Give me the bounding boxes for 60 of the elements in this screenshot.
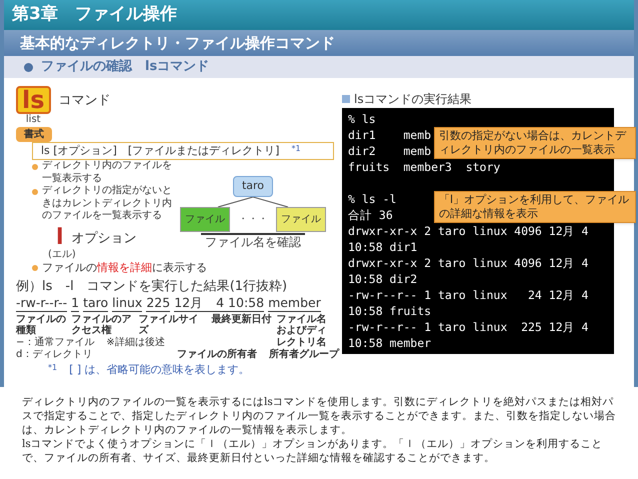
description-paragraph: lsコマンドでよく使うオプションに「ｌ（エル）」オプションがあります。「ｌ（エル）」オプションを利用することで、ファイルの所有者、サイズ、最終更新日付といった詳細な情報を確認することができます。 xyxy=(22,436,604,465)
example-heading: 例）ls -l コマンドを実行した結果(1行抜粋) xyxy=(16,278,288,295)
command-label: コマンド xyxy=(58,92,111,110)
ellipsis: ・・・ xyxy=(238,212,268,226)
terminal-line: -rw-r--r-- 1 taro linux 225 12月 4 xyxy=(348,319,588,335)
tree-caption: ファイル名を確認 xyxy=(201,232,305,250)
annotation-note: −：通常ファイル xyxy=(16,337,94,349)
command-badge: ls xyxy=(16,86,51,114)
annotation-label: 最終更新日付 xyxy=(212,314,273,326)
bullet-text: ディレクトリの指定がないときはカレントディレクトリ内のファイルを一覧表示する xyxy=(42,185,173,222)
annotation-label: ファイルの種類 xyxy=(16,314,67,336)
description-paragraph: ディレクトリ内のファイルの一覧を表示するにはlsコマンドを使用します。引数にディレクトリを絶対パスまたは相対パスで指定することで、指定したディレクトリ内のファイル一覧を表示することができます。また、引数を指定しない場合は、カレントディレクトリ内のファイルの一覧情報を表示します。 xyxy=(22,394,616,437)
terminal-line: -rw-r--r-- 1 taro linux 24 12月 4 xyxy=(348,287,588,303)
square-bullet-icon xyxy=(342,95,350,103)
terminal-line: 10:58 fruits xyxy=(348,303,432,319)
result-title: lsコマンドの実行結果 xyxy=(354,91,472,108)
terminal-line: fruits member3 story xyxy=(348,159,500,175)
annotation-label: ファイル名およびディレクトリ名 xyxy=(276,314,328,348)
chapter-title: 第3章 ファイル操作 xyxy=(4,0,634,30)
bullet-text: ディレクトリ内のファイルを一覧表示する xyxy=(42,160,173,184)
footnote-mark: *1 xyxy=(48,362,58,374)
annotation-note: d：ディレクトリ xyxy=(16,348,94,360)
terminal-line: drwxr-xr-x 2 taro linux 4096 12月 4 xyxy=(348,223,588,239)
terminal-line: % ls -l xyxy=(348,191,396,207)
terminal-line: drwxr-xr-x 2 taro linux 4096 12月 4 xyxy=(348,255,588,271)
annotation-label: ファイルのアクセス権 xyxy=(71,314,132,336)
note-mark: *1 xyxy=(291,142,301,154)
callout: 引数の指定がない場合は、カレントディレクトリ内のファイルの一覧表示 xyxy=(434,127,636,159)
format-tag: 書式 xyxy=(16,126,52,142)
option-label: オプション xyxy=(72,230,137,248)
option-letter: l xyxy=(56,226,64,248)
terminal-line: 10:58 dir2 xyxy=(348,271,418,287)
option-description: ファイルの情報を詳細に表示する xyxy=(42,261,207,275)
tree-root-node: taro xyxy=(232,176,274,196)
example-field: taro xyxy=(83,295,108,312)
footnote-text: [ ] は、省略可能の意味を表します。 xyxy=(69,362,250,378)
file-node: ファイル xyxy=(180,206,230,232)
example-field: 225 xyxy=(146,295,170,312)
terminal-line: 10:58 member xyxy=(348,335,432,351)
terminal-line: 合計 36 xyxy=(348,207,393,223)
terminal-line: dir1 memb xyxy=(348,127,432,143)
slide-title: 基本的なディレクトリ・ファイル操作コマンド xyxy=(4,30,634,56)
option-reading: (エル) xyxy=(48,248,77,261)
annotation-note: ※詳細は後述 xyxy=(106,337,165,349)
example-field: 1 xyxy=(71,295,80,312)
example-field: linux xyxy=(112,295,142,312)
syntax-text: ls [オプション] [ファイルまたはディレクトリ] xyxy=(41,142,280,158)
callout: 「l」オプションを利用して、ファイルの詳細な情報を表示 xyxy=(434,191,636,223)
example-field: -rw-r--r-- xyxy=(16,295,68,312)
example-field: 12月 4 10:58 xyxy=(174,295,264,312)
terminal-line: dir2 memb xyxy=(348,143,432,159)
terminal-line: % ls xyxy=(348,111,376,127)
section-title: ファイルの確認 lsコマンド xyxy=(41,58,210,76)
command-meaning: list xyxy=(26,114,41,126)
annotation-label: ファイルサイズ xyxy=(138,314,200,336)
file-node: ファイル xyxy=(276,206,326,232)
annotation-label: 所有者グループ xyxy=(268,348,339,360)
terminal-line: 10:58 dir1 xyxy=(348,239,418,255)
annotation-label: ファイルの所有者 xyxy=(176,348,257,360)
example-field: member xyxy=(268,295,321,312)
